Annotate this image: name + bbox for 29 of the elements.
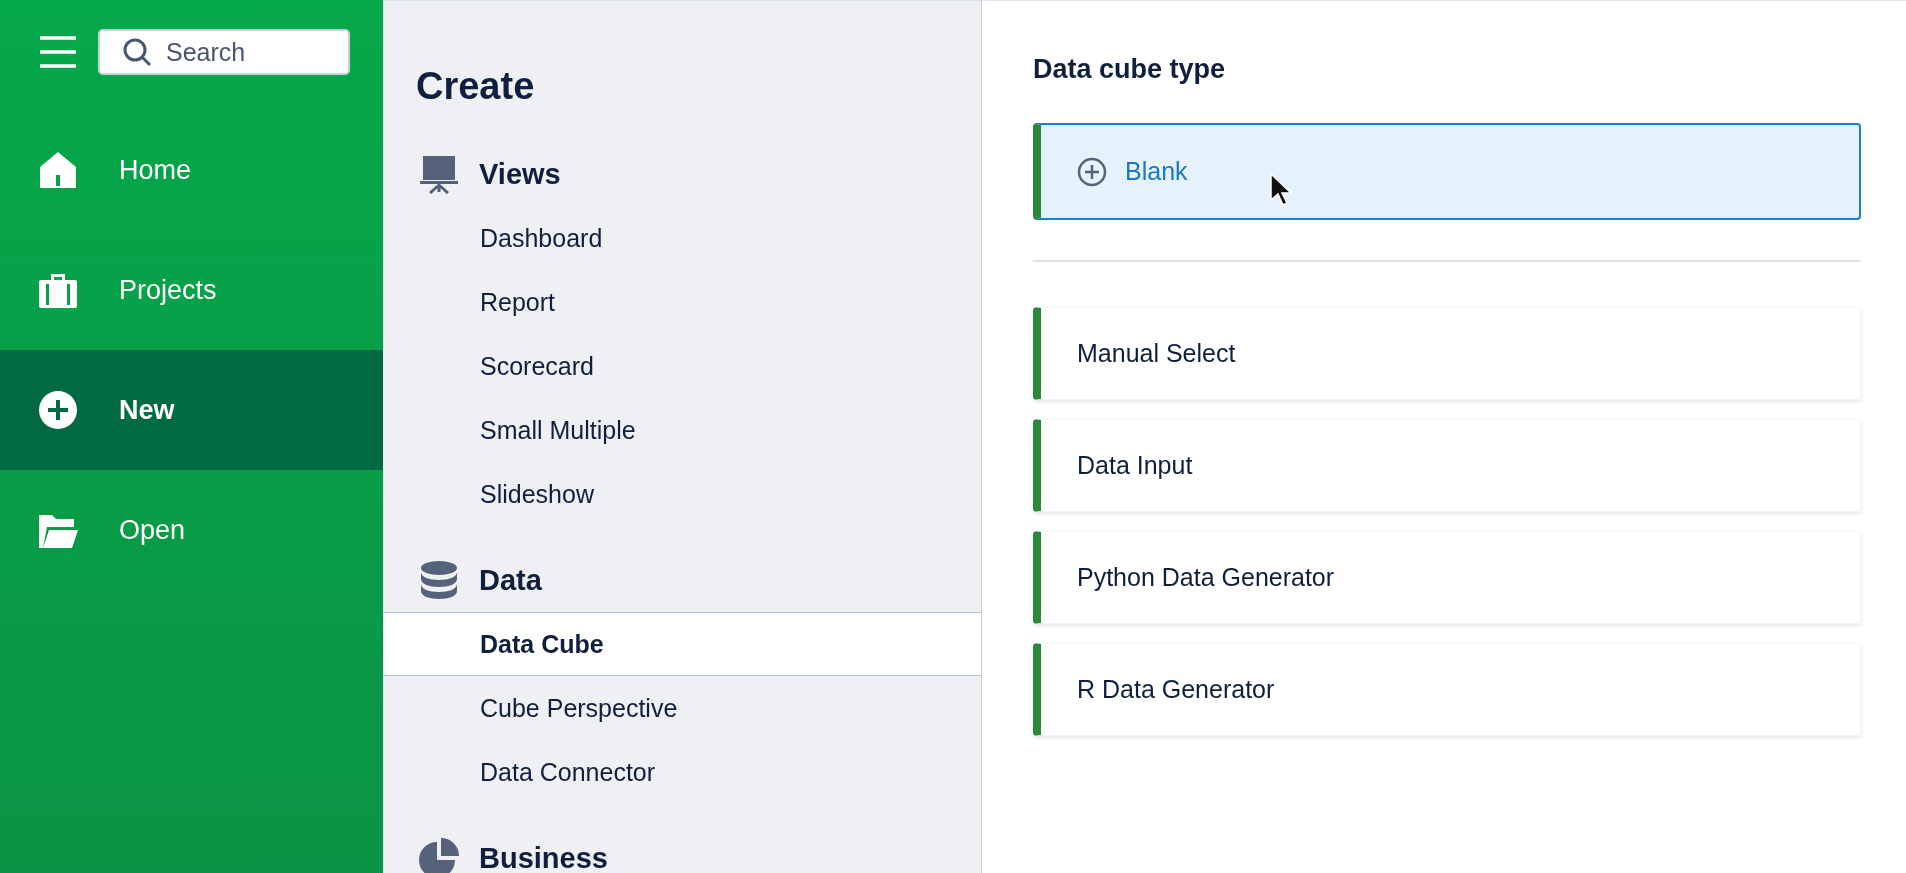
nav-item[interactable]: Open [0,470,383,590]
menu-item[interactable]: Dashboard [383,206,981,270]
nav-item[interactable]: New [0,350,383,470]
easel-icon [419,154,459,194]
option-card[interactable]: R Data Generator [1033,643,1861,736]
option-card[interactable]: Python Data Generator [1033,531,1861,624]
menu-icon[interactable] [38,35,78,69]
mouse-pointer-icon [1269,172,1293,208]
home-icon [38,150,78,190]
option-card[interactable]: Manual Select [1033,307,1861,400]
menu-item[interactable]: Scorecard [383,334,981,398]
search-field[interactable]: Search [98,29,350,75]
section-heading: Business [479,841,608,873]
section-heading: Data [479,563,542,597]
menu-item[interactable]: Report [383,270,981,334]
plus-circle-icon [1077,156,1107,187]
menu-item[interactable]: Data Connector [383,740,981,804]
menu-item[interactable]: Slideshow [383,462,981,526]
menu-item[interactable]: Cube Perspective [383,676,981,740]
plus-circle-icon [38,390,78,430]
option-card[interactable]: Blank [1033,123,1861,220]
menu-item[interactable]: Data Cube [383,612,981,676]
database-icon [419,560,459,600]
panel-title: Create [416,64,536,109]
pie-chart-icon [419,838,459,873]
section-title: Data cube type [1033,53,1227,85]
section-heading: Views [479,157,561,191]
option-card[interactable]: Data Input [1033,419,1861,512]
menu-item[interactable]: Small Multiple [383,398,981,462]
